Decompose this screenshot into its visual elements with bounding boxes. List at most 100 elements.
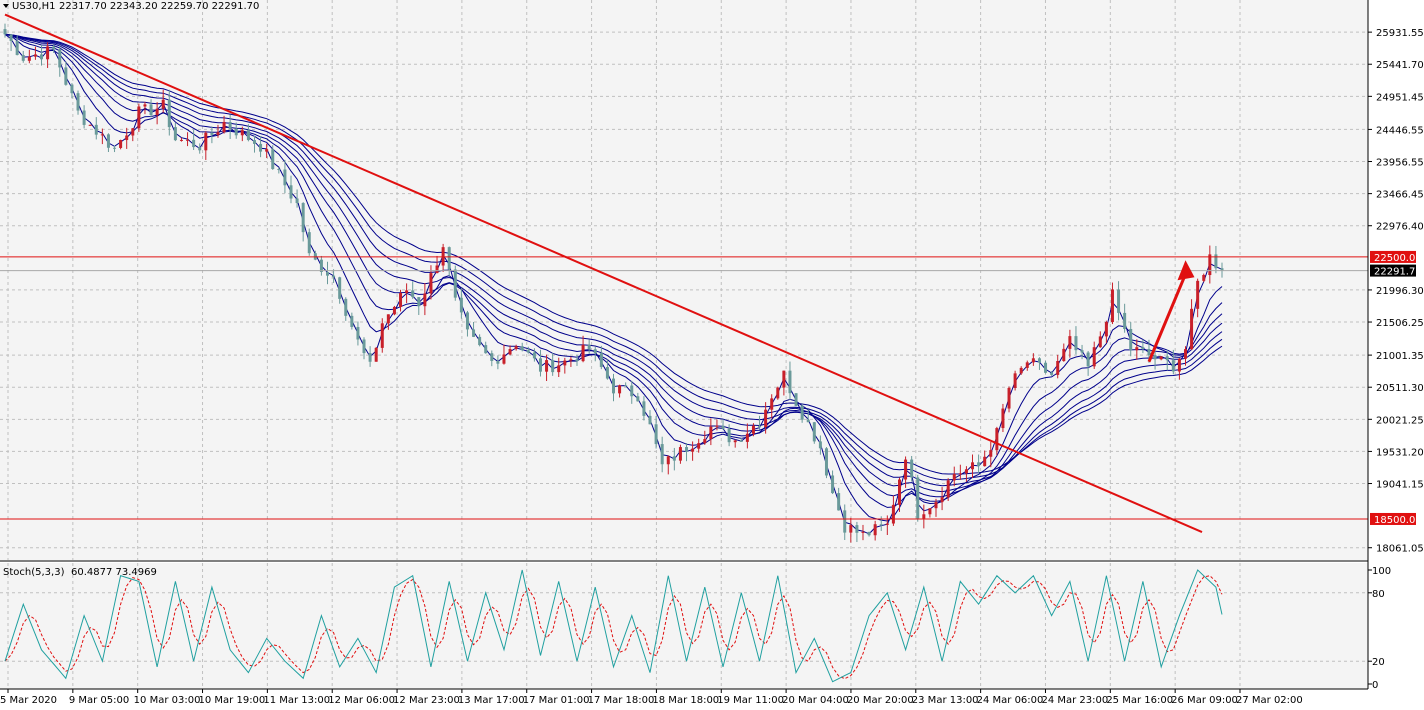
candle-body — [76, 93, 80, 111]
stoch-values: 60.4877 73.4969 — [71, 567, 157, 578]
candle-body — [1183, 349, 1187, 359]
time-tick-label: 24 Mar 06:00 — [977, 695, 1044, 706]
candle-body — [916, 477, 920, 519]
candle-body — [618, 385, 622, 394]
candle-body — [399, 292, 403, 307]
candle-body — [636, 396, 640, 402]
candle-body — [1165, 356, 1169, 361]
candle-body — [295, 198, 299, 204]
candle-body — [362, 339, 366, 354]
candle-body — [186, 139, 190, 141]
price-tick-label: 22976.40 — [1376, 222, 1424, 233]
time-tick-label: 26 Mar 09:00 — [1171, 695, 1238, 706]
candle-body — [21, 55, 25, 61]
stoch-tick-label: 80 — [1372, 589, 1385, 600]
candle-body — [1171, 360, 1175, 372]
candle-body — [1037, 358, 1041, 363]
candle-body — [447, 247, 451, 270]
candle-body — [58, 49, 62, 68]
price-tick-label: 25931.55 — [1376, 28, 1424, 39]
candle-body — [685, 447, 689, 452]
candle-body — [27, 56, 31, 61]
candle-body — [496, 360, 500, 364]
candle-body — [1050, 372, 1054, 375]
candle — [812, 421, 816, 444]
candle-body — [654, 424, 658, 445]
candle-body — [940, 497, 944, 503]
candle-body — [435, 265, 439, 274]
candle-body — [1068, 336, 1072, 349]
price-tick-label: 19041.15 — [1376, 480, 1424, 491]
candle-body — [1019, 367, 1023, 374]
candle-body — [812, 422, 816, 442]
candle-body — [356, 326, 360, 340]
candle-body — [1129, 328, 1133, 351]
candle-body — [125, 135, 129, 141]
candle-body — [1159, 356, 1163, 360]
price-tag-label: 18500.00 — [1374, 515, 1422, 526]
candle-body — [977, 462, 981, 467]
candle-body — [800, 405, 804, 420]
candle-body — [593, 349, 597, 354]
candle-body — [441, 247, 445, 266]
candle-body — [149, 104, 153, 116]
time-tick-label: 17 Mar 01:00 — [523, 695, 590, 706]
time-tick-label: 9 Mar 05:00 — [69, 695, 129, 706]
candle-body — [818, 441, 822, 449]
candle-body — [301, 203, 305, 233]
candle-body — [794, 393, 798, 406]
candle-body — [113, 147, 117, 149]
candle-body — [405, 290, 409, 293]
candle-body — [873, 524, 877, 536]
time-tick-label: 17 Mar 18:00 — [588, 695, 655, 706]
candle-body — [837, 493, 841, 511]
time-tick-label: 11 Mar 13:00 — [263, 695, 330, 706]
time-tick-label: 18 Mar 18:00 — [652, 695, 719, 706]
candle-body — [1001, 408, 1005, 429]
candle — [137, 103, 141, 132]
candle — [1013, 370, 1017, 391]
candle-body — [891, 504, 895, 524]
time-tick-label: 20 Mar 04:00 — [782, 695, 849, 706]
symbol-label: US30,H1 — [12, 1, 55, 12]
candle-body — [216, 132, 220, 135]
candle-body — [715, 425, 719, 427]
candle-body — [551, 360, 555, 373]
candle-body — [265, 149, 269, 152]
candle-body — [423, 293, 427, 307]
candle-body — [648, 415, 652, 425]
candle-body — [897, 479, 901, 505]
candle-body — [332, 275, 336, 278]
candle-body — [88, 124, 92, 126]
candle-body — [885, 523, 889, 525]
chart[interactable]: 25931.55 25441.70 24951.45 24446.55 23956.55… — [0, 0, 1424, 710]
candle-body — [605, 367, 609, 379]
candle-body — [770, 398, 774, 410]
candle-body — [259, 143, 263, 152]
candle-body — [557, 365, 561, 373]
candle-body — [204, 132, 208, 151]
time-tick-label: 5 Mar 2020 — [0, 695, 57, 706]
candle-body — [1044, 362, 1048, 373]
candle-body — [776, 387, 780, 399]
price-tick-label: 20021.25 — [1376, 415, 1424, 426]
candle-body — [240, 130, 244, 136]
candle-body — [9, 34, 13, 41]
candle-body — [843, 510, 847, 533]
candle-body — [490, 353, 494, 361]
candle-body — [374, 347, 378, 362]
candle-body — [1177, 358, 1181, 372]
candle-body — [106, 134, 110, 148]
candle-body — [727, 428, 731, 443]
candle-body — [624, 385, 628, 387]
candle-body — [392, 306, 396, 315]
candle-body — [782, 370, 786, 388]
price-tick-label: 21996.30 — [1376, 286, 1424, 297]
candle-body — [946, 480, 950, 498]
candle-body — [971, 462, 975, 470]
candle-body — [581, 344, 585, 362]
time-tick-label: 27 Mar 02:00 — [1236, 695, 1303, 706]
candle-body — [989, 450, 993, 457]
candle-body — [161, 99, 165, 109]
candle-body — [587, 344, 591, 350]
